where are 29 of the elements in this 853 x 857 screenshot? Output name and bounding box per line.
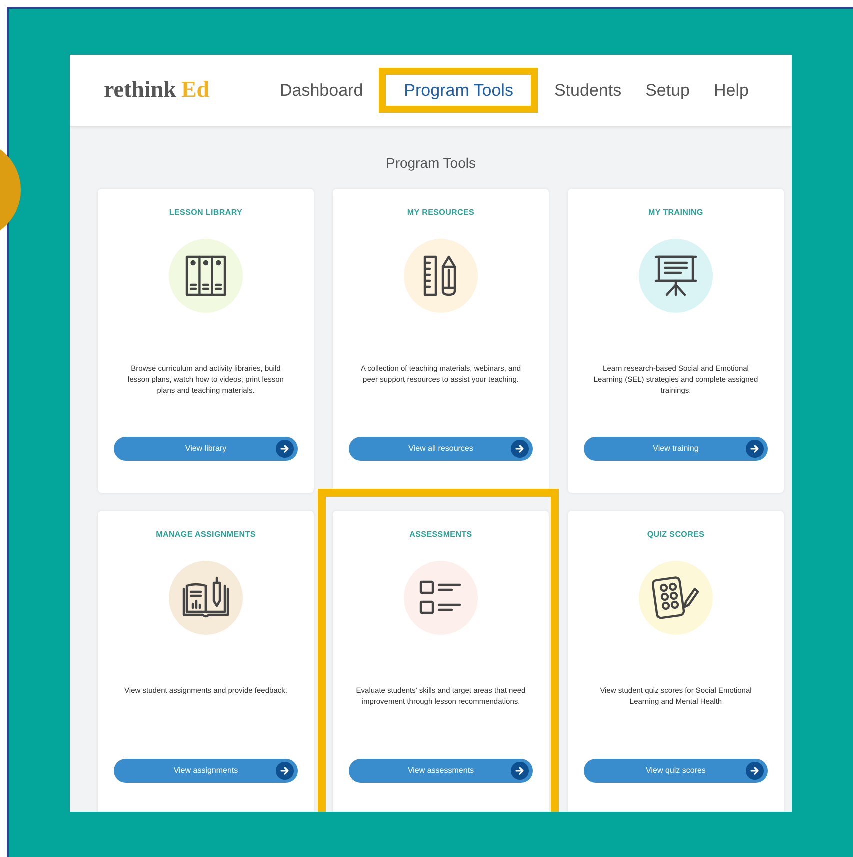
card-action-button[interactable]: View assessments [349,759,533,783]
presentation-board-icon [653,253,699,299]
nav-link[interactable]: Students [542,68,634,114]
card-title: MANAGE ASSIGNMENTS [156,529,256,541]
card-action-button[interactable]: View training [584,437,768,461]
arrow-right-icon [276,762,294,780]
arrow-right-icon [511,762,529,780]
nav-link[interactable]: Program Tools [379,68,538,114]
card-action-button[interactable]: View assignments [114,759,298,783]
answer-sheet-pencil-icon [651,575,701,621]
arrow-right-icon [746,762,764,780]
card-title: QUIZ SCORES [647,529,705,541]
arrow-right-icon [511,440,529,458]
card-action-button[interactable]: View library [114,437,298,461]
logo-wordmark[interactable]: rethink [104,73,176,108]
nav-link[interactable]: Setup [634,68,702,114]
nav-link[interactable]: Help [702,68,761,114]
page-title: Program Tools [384,154,477,173]
card-title: ASSESSMENTS [410,529,472,541]
arrow-right-icon [746,440,764,458]
card-title: LESSON LIBRARY [169,207,243,219]
card-title: MY RESOURCES [407,207,475,219]
nav-link[interactable]: Dashboard [268,68,376,114]
binders-icon [183,253,229,299]
card-action-button[interactable]: View all resources [349,437,533,461]
card-action-button[interactable]: View quiz scores [584,759,768,783]
card-title: MY TRAINING [648,207,704,219]
arrow-right-icon [276,440,294,458]
logo-accent[interactable]: Ed [181,73,210,108]
